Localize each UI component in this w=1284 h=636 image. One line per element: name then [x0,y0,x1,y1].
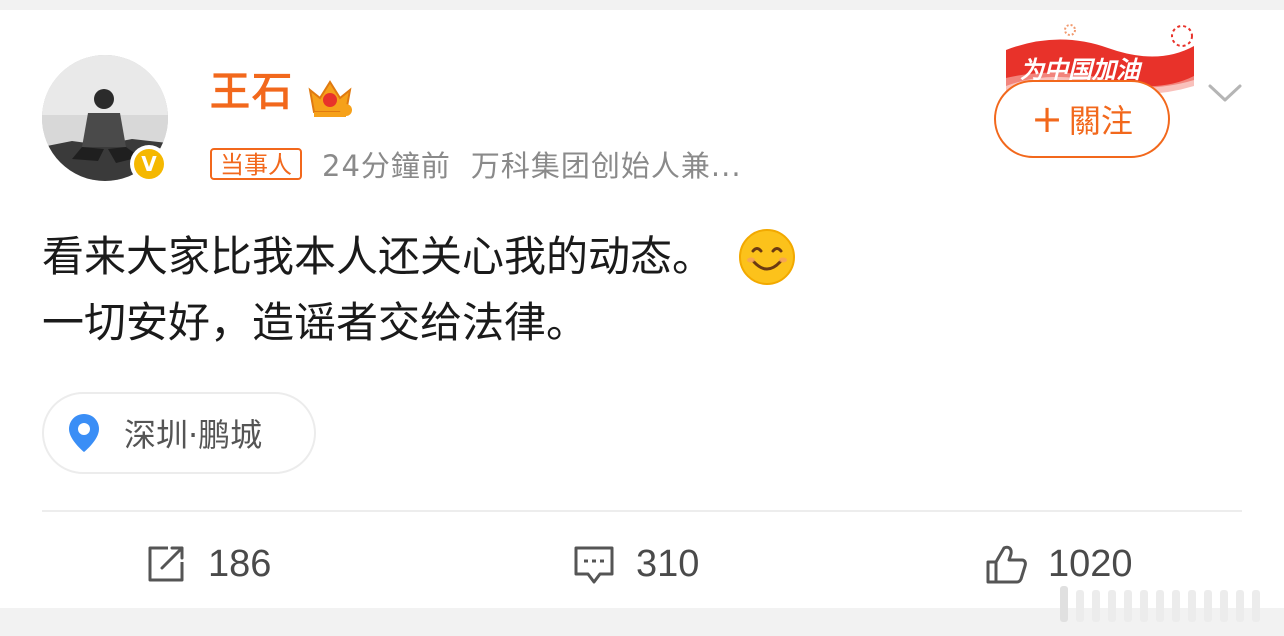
follow-label: 關注 [1068,102,1133,140]
repost-icon [148,546,184,582]
post-text-line-2: 一切安好，造谣者交给法律。 [42,298,589,347]
author-description[interactable]: 万科集团创始人兼... [471,143,742,185]
divider [42,510,1242,512]
weibo-post-card: V 王石 当事人 24分鐘前 万科集团创始人兼... 为中国加油 + 關注 看来… [0,10,1284,608]
location-chip[interactable]: 深圳·鹏城 [42,392,316,474]
location-pin-icon [69,414,99,452]
like-icon [986,545,1027,584]
location-label: 深圳·鹏城 [124,416,263,454]
crown-icon [308,80,352,117]
author-tag: 当事人 [210,148,302,180]
repost-count: 186 [208,542,272,585]
comment-button[interactable]: 310 [572,538,699,590]
follow-button[interactable]: + 關注 [994,80,1170,158]
plus-icon: + [1031,97,1063,141]
watermark-bars-icon [1060,586,1260,622]
author-name[interactable]: 王石 [210,68,294,116]
post-time: 24分鐘前 [322,149,451,183]
post-text-line-1: 看来大家比我本人还关心我的动态。 [42,232,715,281]
chevron-down-icon[interactable] [1206,78,1244,108]
comment-count: 310 [636,542,700,585]
post-body: 看来大家比我本人还关心我的动态。 一切安好，造谣者交给法律。 [42,224,796,356]
smile-emoji-icon [739,229,796,285]
verified-badge: V [130,145,168,183]
repost-button[interactable]: 186 [144,538,271,590]
comment-icon [574,546,614,584]
post-meta: 当事人 24分鐘前 万科集团创始人兼... [210,144,742,184]
